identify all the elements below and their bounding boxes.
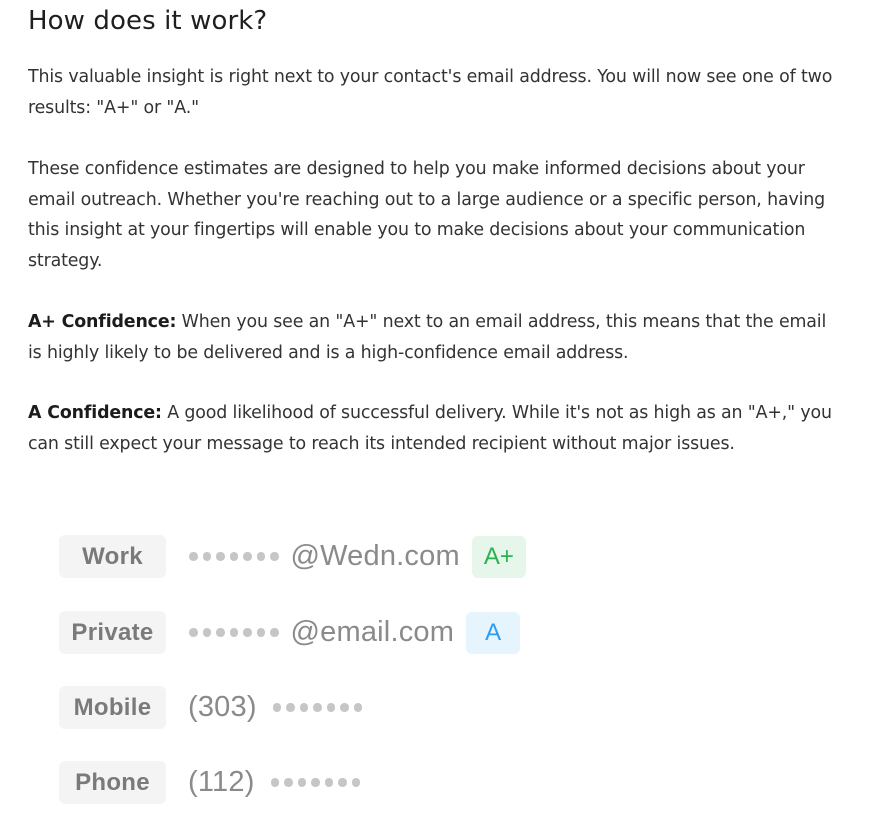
mask-dot [353,703,363,712]
a-confidence-term: A Confidence: [28,403,162,423]
contact-row-work: Work @Wedn.com A+ [59,535,526,578]
mask-dot [256,628,265,637]
mask-dot [284,778,293,787]
mask-dot [270,552,279,561]
estimates-paragraph: These confidence estimates are designed … [28,159,826,271]
mask-dot [351,778,361,787]
masked-dots [270,778,361,787]
mask-dot [270,628,279,637]
mask-dot [340,703,349,712]
mask-dot [270,778,280,787]
mask-dot [324,778,334,787]
mask-dot [256,552,265,561]
mask-dot [272,703,282,712]
contact-row-private: Private @email.com A [59,611,521,654]
mask-dot [202,628,211,637]
phone-area-code: (112) [188,766,255,798]
mask-dot [216,628,225,637]
mask-dot [189,552,198,561]
masked-dots [272,703,363,712]
contact-row-mobile: Mobile (303) [59,686,363,729]
mask-dot [326,703,336,712]
contact-label-phone: Phone [59,761,166,804]
email-domain: @Wedn.com [290,540,460,572]
intro-paragraph: This valuable insight is right next to y… [28,67,833,118]
mask-dot [299,703,309,712]
phone-area-code: (303) [188,691,257,723]
aplus-confidence-paragraph: A+ Confidence: When you see an "A+" next… [28,307,838,368]
confidence-badge-aplus: A+ [471,535,526,578]
mask-dot [313,703,322,712]
mask-dot [286,703,295,712]
mask-dot [243,552,252,561]
aplus-confidence-term: A+ Confidence: [28,312,177,332]
contact-label-work: Work [59,535,166,578]
contact-row-phone: Phone (112) [59,761,361,804]
mask-dot [216,552,225,561]
masked-dots [189,628,279,637]
mask-dot [243,628,252,637]
mask-dot [338,778,347,787]
email-domain: @email.com [290,616,455,648]
page-title: How does it work? [28,6,268,36]
mask-dot [297,778,307,787]
mask-dot [229,628,238,637]
mask-dot [229,552,238,561]
confidence-badge-a: A [466,611,521,654]
contact-label-private: Private [59,611,166,654]
contact-label-mobile: Mobile [59,686,166,729]
mask-dot [202,552,211,561]
masked-dots [189,552,279,561]
mask-dot [189,628,198,637]
a-confidence-paragraph: A Confidence: A good likelihood of succe… [28,398,838,459]
mask-dot [311,778,320,787]
